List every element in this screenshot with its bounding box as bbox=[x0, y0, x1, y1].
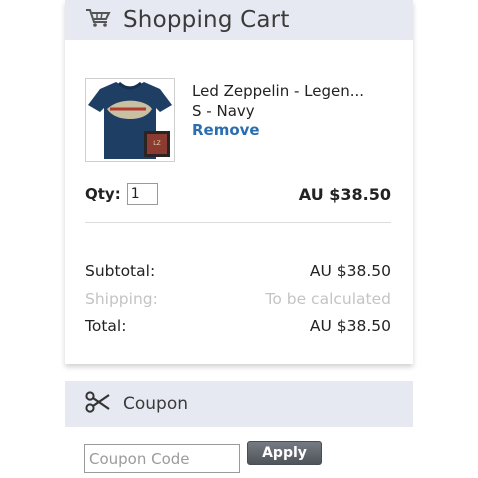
svg-text:LZ: LZ bbox=[153, 140, 160, 147]
shipping-value: To be calculated bbox=[265, 289, 391, 308]
quantity-row: Qty: AU $38.50 bbox=[85, 183, 391, 205]
item-price: AU $38.50 bbox=[298, 184, 391, 204]
quantity-label: Qty: bbox=[85, 185, 121, 203]
apply-button[interactable]: Apply bbox=[247, 441, 322, 465]
product-name[interactable]: Led Zeppelin - Legen... bbox=[192, 82, 364, 102]
shipping-label: Shipping: bbox=[85, 289, 158, 308]
coupon-panel: Coupon Apply bbox=[65, 381, 413, 478]
coupon-title: Coupon bbox=[123, 394, 189, 414]
shopping-cart-panel: Shopping Cart LZ Led Zeppelin - Legen...… bbox=[65, 0, 413, 364]
coupon-row: Apply bbox=[84, 441, 322, 473]
total-label: Total: bbox=[85, 317, 127, 335]
cart-header: Shopping Cart bbox=[65, 0, 413, 40]
product-variant: S - Navy bbox=[192, 101, 255, 120]
cart-title: Shopping Cart bbox=[123, 7, 290, 33]
totals: Subtotal: AU $38.50 Shipping: To be calc… bbox=[85, 260, 391, 343]
remove-link[interactable]: Remove bbox=[192, 121, 364, 141]
subtotal-row: Subtotal: AU $38.50 bbox=[85, 260, 391, 288]
coupon-code-input[interactable] bbox=[84, 444, 240, 473]
cart-item: LZ Led Zeppelin - Legen... S - Navy Remo… bbox=[85, 78, 364, 162]
coupon-header: Coupon bbox=[65, 381, 413, 427]
shopping-cart-icon bbox=[85, 8, 111, 32]
scissors-icon bbox=[85, 391, 111, 417]
shipping-row: Shipping: To be calculated bbox=[85, 288, 391, 316]
product-thumbnail[interactable]: LZ bbox=[85, 78, 175, 162]
tshirt-image: LZ bbox=[88, 81, 172, 159]
total-value: AU $38.50 bbox=[309, 317, 391, 335]
quantity-group: Qty: bbox=[85, 183, 158, 205]
subtotal-label: Subtotal: bbox=[85, 262, 156, 280]
item-info: Led Zeppelin - Legen... S - Navy Remove bbox=[192, 78, 364, 162]
quantity-input[interactable] bbox=[126, 183, 158, 205]
total-row: Total: AU $38.50 bbox=[85, 315, 391, 343]
divider bbox=[85, 222, 391, 223]
subtotal-value: AU $38.50 bbox=[309, 262, 391, 280]
